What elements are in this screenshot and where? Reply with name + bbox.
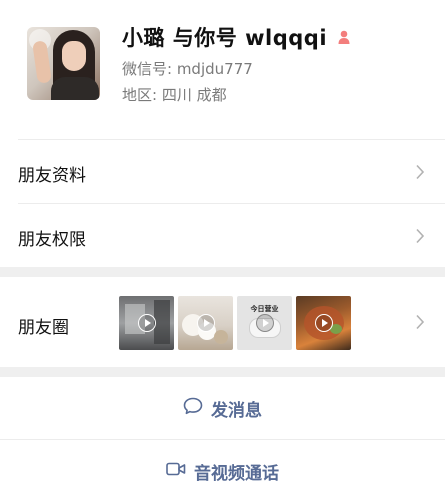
female-gender-icon: [336, 29, 352, 45]
moment-thumbnail[interactable]: [119, 296, 174, 350]
video-call-button[interactable]: 音视频通话: [0, 440, 445, 502]
moments-label: 朋友圈: [18, 318, 69, 338]
chevron-right-icon: [415, 314, 425, 330]
play-icon: [137, 314, 156, 332]
moment-caption: 今日营业: [250, 305, 279, 313]
message-bubble-icon: [183, 397, 203, 419]
play-icon: [255, 314, 274, 332]
send-message-label: 发消息: [211, 400, 262, 421]
moment-thumbnail[interactable]: 今日营业: [237, 296, 292, 350]
friend-permissions-label: 朋友权限: [18, 230, 86, 250]
chevron-right-icon: [415, 228, 425, 244]
friend-info-row[interactable]: 朋友资料: [0, 140, 445, 203]
wechat-id: 微信号: mdjdu777: [122, 60, 253, 78]
profile-name: 小璐 与你号 wlqqqi: [122, 26, 328, 50]
region: 地区: 四川 成都: [122, 86, 227, 104]
section-separator: [0, 267, 445, 277]
avatar[interactable]: [27, 27, 100, 100]
send-message-button[interactable]: 发消息: [0, 377, 445, 439]
video-camera-icon: [166, 461, 186, 481]
play-icon: [196, 314, 215, 332]
friend-permissions-row[interactable]: 朋友权限: [0, 204, 445, 267]
moment-thumbnail[interactable]: [296, 296, 351, 350]
play-icon: [314, 314, 333, 332]
profile-header: 小璐 与你号 wlqqqi 微信号: mdjdu777 地区: 四川 成都: [0, 0, 445, 140]
chevron-right-icon: [415, 164, 425, 180]
friend-info-label: 朋友资料: [18, 166, 86, 186]
section-separator: [0, 367, 445, 377]
moment-thumbnail[interactable]: [178, 296, 233, 350]
name-row: 小璐 与你号 wlqqqi: [122, 22, 352, 52]
video-call-label: 音视频通话: [194, 463, 279, 484]
